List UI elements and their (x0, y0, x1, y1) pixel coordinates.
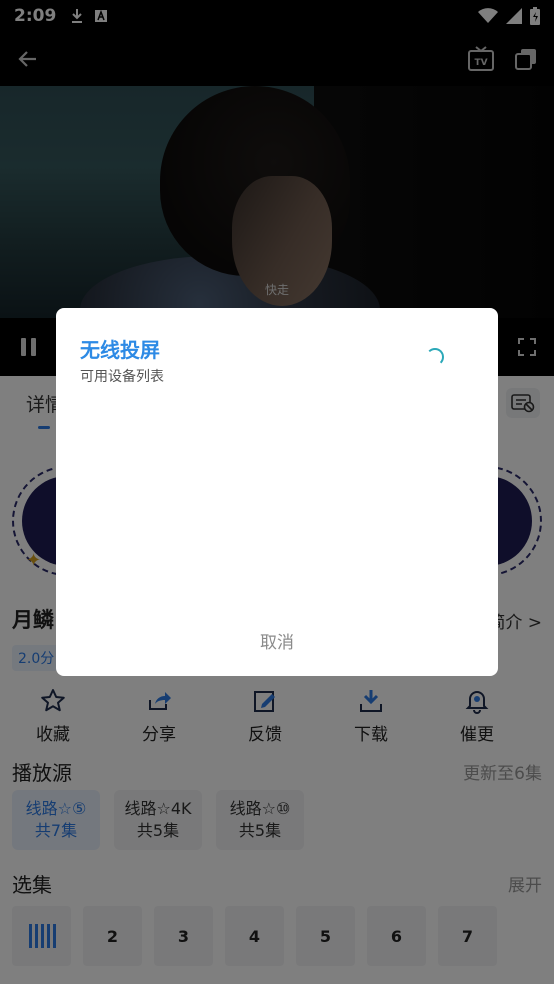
cast-dialog: 无线投屏 可用设备列表 取消 (56, 308, 498, 676)
cancel-button[interactable]: 取消 (56, 628, 498, 653)
dialog-subtitle: 可用设备列表 (80, 369, 164, 385)
dialog-title: 无线投屏 (80, 338, 160, 362)
loading-spinner-icon (426, 348, 444, 366)
